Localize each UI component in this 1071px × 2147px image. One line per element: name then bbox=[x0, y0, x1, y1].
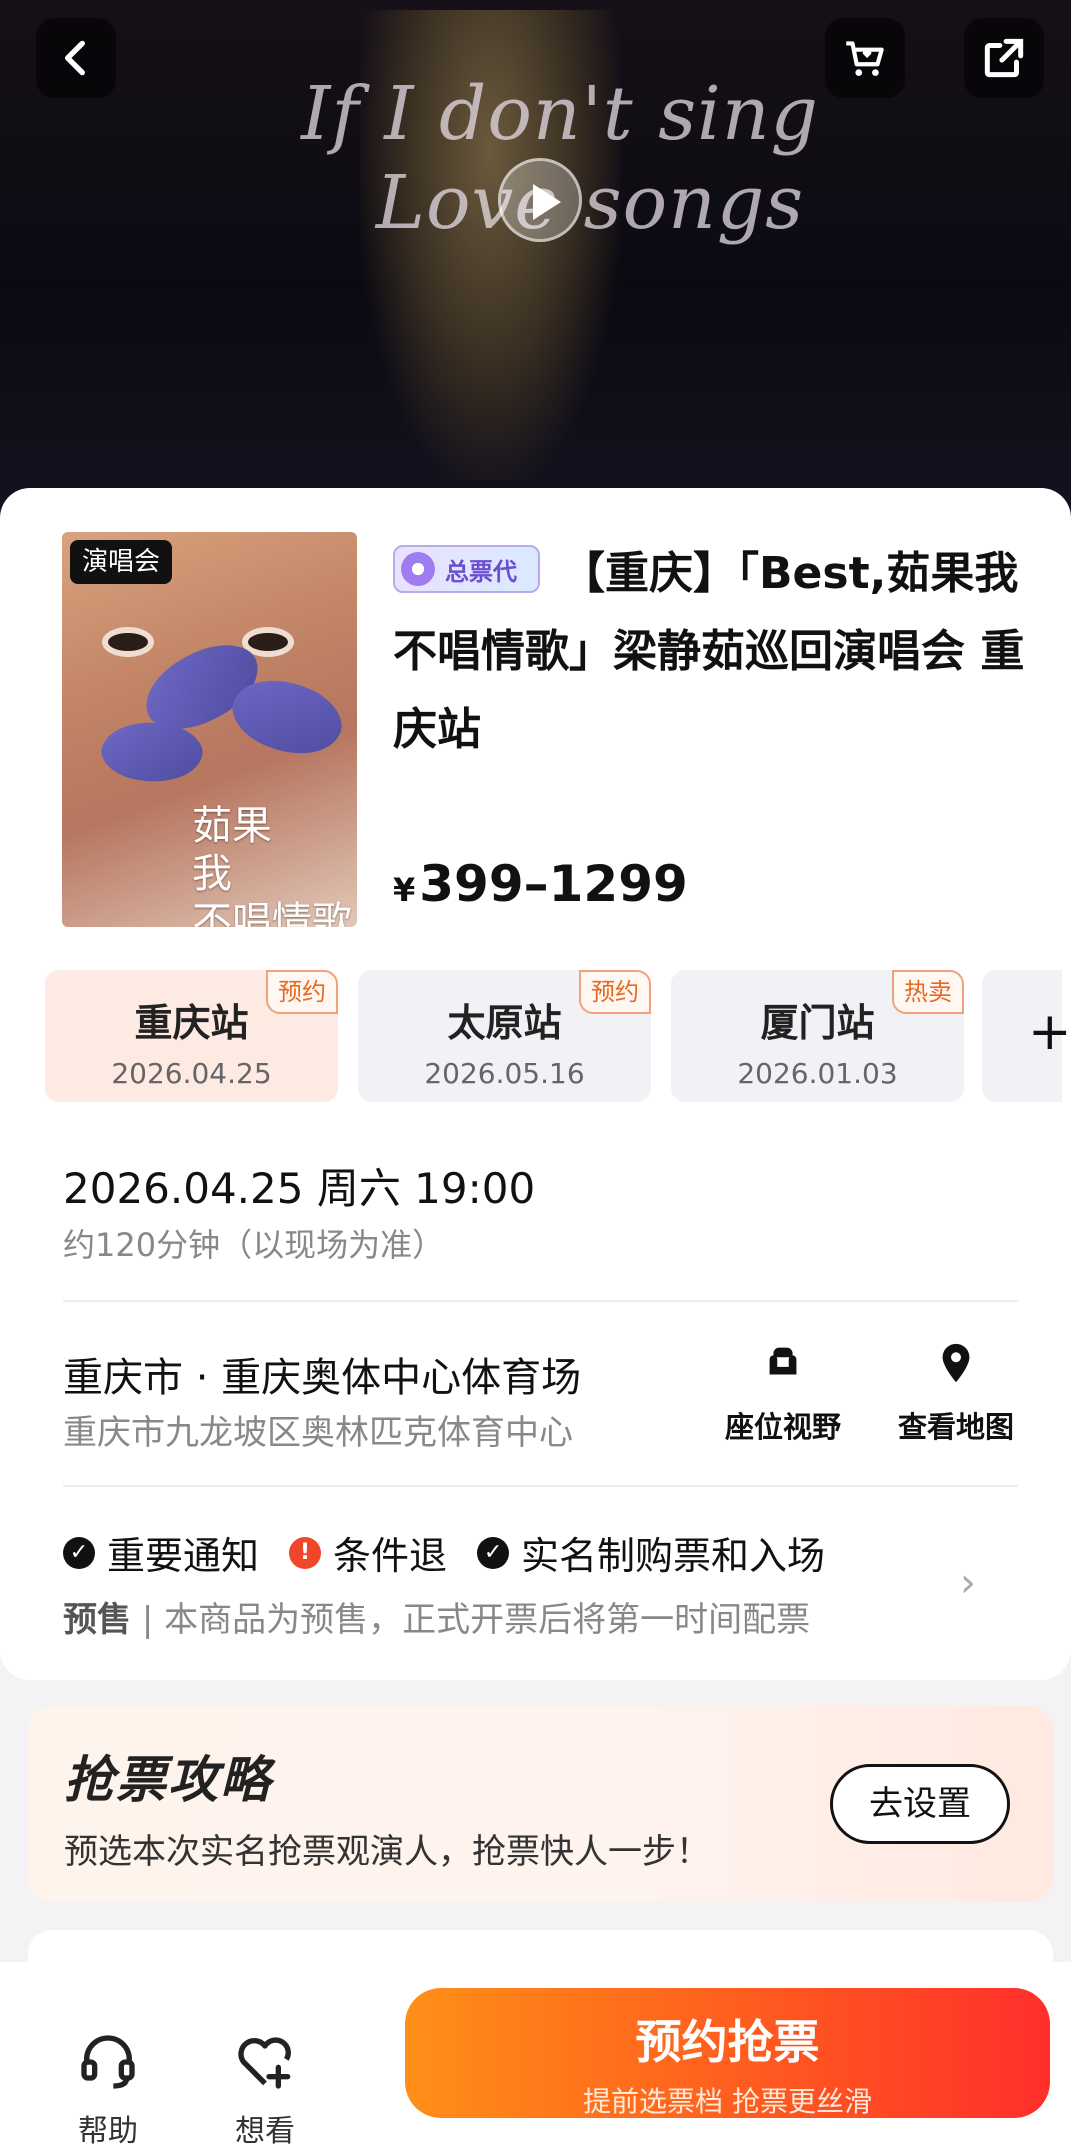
station-tab-xiamen[interactable]: 厦门站 2026.01.03 热卖 bbox=[671, 970, 964, 1102]
station-badge: 预约 bbox=[579, 970, 651, 1014]
location-pin-icon bbox=[942, 1343, 970, 1383]
poster-category-tag: 演唱会 bbox=[70, 540, 173, 584]
ticket-strategy-card: 抢票攻略 预选本次实名抢票观演人，抢票快人一步！ 去设置 bbox=[28, 1706, 1053, 1902]
presale-note: 预售 | 本商品为预售，正式开票后将第一时间配票 bbox=[63, 1600, 811, 1640]
share-icon bbox=[984, 38, 1024, 78]
station-badge: 预约 bbox=[266, 970, 338, 1014]
notice-refund: ! 条件退 bbox=[289, 1525, 447, 1580]
notice-important: ✓ 重要通知 bbox=[63, 1525, 259, 1580]
notice-row[interactable]: ✓ 重要通知 ! 条件退 ✓ 实名制购票和入场 bbox=[63, 1525, 855, 1580]
cart-heart-icon bbox=[846, 41, 884, 76]
seat-icon bbox=[769, 1347, 797, 1375]
venue-address: 重庆市九龙坡区奥林匹克体育中心 bbox=[63, 1413, 573, 1453]
back-button[interactable] bbox=[36, 18, 116, 98]
station-selector: 重庆站 2026.04.25 预约 太原站 2026.05.16 预约 厦门站 … bbox=[45, 970, 1071, 1102]
headset-icon bbox=[81, 2035, 135, 2089]
setup-button[interactable]: 去设置 bbox=[830, 1764, 1010, 1844]
view-map-button[interactable]: 查看地图 bbox=[891, 1340, 1021, 1446]
more-stations-button[interactable]: + bbox=[982, 970, 1071, 1102]
strategy-title: 抢票攻略 bbox=[64, 1751, 272, 1809]
station-tab-taiyuan[interactable]: 太原站 2026.05.16 预约 bbox=[358, 970, 651, 1102]
reserve-ticket-button[interactable]: 预约抢票 提前选票档 抢票更丝滑 bbox=[405, 1988, 1050, 2118]
agent-badge: 总票代 bbox=[393, 545, 540, 593]
flower-icon bbox=[401, 552, 435, 586]
chevron-left-icon bbox=[64, 40, 85, 76]
help-button[interactable]: 帮助 bbox=[48, 2030, 168, 2147]
heart-plus-icon bbox=[238, 2037, 291, 2089]
event-datetime: 2026.04.25 周六 19:00 bbox=[63, 1164, 536, 1213]
poster-title: 茹果 我 不唱情歌 bbox=[192, 803, 352, 927]
check-circle-icon: ✓ bbox=[63, 1536, 95, 1569]
check-circle-icon: ✓ bbox=[477, 1536, 510, 1569]
venue-name[interactable]: 重庆市 · 重庆奥体中心体育场 bbox=[63, 1345, 581, 1403]
alert-circle-icon: ! bbox=[289, 1536, 322, 1569]
divider bbox=[63, 1485, 1018, 1487]
station-tab-chongqing[interactable]: 重庆站 2026.04.25 预约 bbox=[45, 970, 338, 1102]
hero-video[interactable]: If I don't sing Love songs bbox=[0, 0, 1071, 520]
poster-eye bbox=[102, 627, 154, 657]
share-button[interactable] bbox=[964, 18, 1044, 98]
chevron-right-icon[interactable]: › bbox=[960, 1560, 976, 1606]
cart-button[interactable] bbox=[825, 18, 905, 98]
play-icon[interactable] bbox=[498, 158, 582, 242]
strategy-subtitle: 预选本次实名抢票观演人，抢票快人一步！ bbox=[64, 1832, 710, 1872]
want-button[interactable]: 想看 bbox=[205, 2030, 325, 2147]
divider bbox=[63, 1300, 1018, 1302]
price-range: ¥399–1299 bbox=[393, 855, 688, 913]
seat-view-button[interactable]: 座位视野 bbox=[718, 1340, 848, 1446]
event-poster[interactable]: 茹果 我 不唱情歌 演唱会 bbox=[62, 532, 357, 927]
notice-realname: ✓ 实名制购票和入场 bbox=[477, 1525, 825, 1580]
station-badge: 热卖 bbox=[892, 970, 964, 1014]
event-duration: 约120分钟（以现场为准） bbox=[63, 1226, 445, 1264]
